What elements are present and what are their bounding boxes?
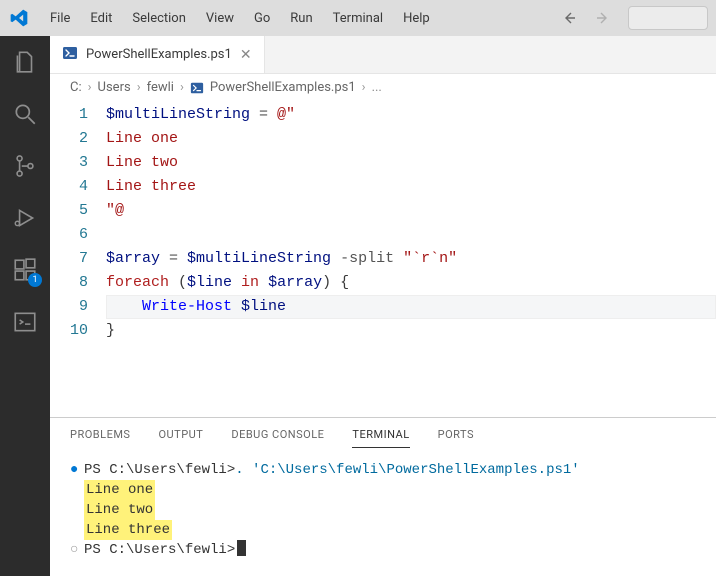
activity-bar: 1 [0, 36, 50, 576]
terminal-output-line: Line three [84, 520, 172, 540]
menu-view[interactable]: View [196, 7, 244, 30]
breadcrumb-part[interactable]: fewli [147, 80, 174, 95]
code-line[interactable]: } [106, 319, 716, 343]
line-number: 7 [50, 247, 88, 271]
tab-powershell-examples[interactable]: PowerShellExamples.ps1 ✕ [50, 36, 265, 73]
terminal-output-block: Line one Line two Line three [84, 480, 696, 540]
extensions-badge: 1 [28, 273, 42, 287]
code-line[interactable]: "@ [106, 199, 716, 223]
line-number: 4 [50, 175, 88, 199]
breadcrumb-more[interactable]: ... [372, 80, 382, 95]
bullet-filled-icon: ● [70, 460, 84, 480]
code-line[interactable]: Write-Host $line [106, 295, 716, 319]
line-number: 9 [50, 295, 88, 319]
menu-edit[interactable]: Edit [80, 7, 122, 30]
source-control-icon[interactable] [11, 152, 39, 180]
chevron-right-icon: › [180, 80, 184, 95]
terminal-output-line: Line one [84, 480, 155, 500]
panel-tab-output[interactable]: OUTPUT [158, 428, 203, 448]
panel-tabs: PROBLEMS OUTPUT DEBUG CONSOLE TERMINAL PORTS [50, 418, 716, 448]
menu-file[interactable]: File [40, 7, 80, 30]
extensions-icon[interactable]: 1 [11, 256, 39, 284]
explorer-icon[interactable] [11, 48, 39, 76]
terminal-prompt: PS C:\Users\fewli> [84, 540, 235, 560]
terminal[interactable]: ● PS C:\Users\fewli> . 'C:\Users\fewli\P… [50, 448, 716, 576]
chevron-right-icon: › [362, 80, 366, 95]
tab-label: PowerShellExamples.ps1 [86, 47, 232, 62]
code-line[interactable]: Line one [106, 127, 716, 151]
code-line[interactable]: foreach ($line in $array) { [106, 271, 716, 295]
menu-selection[interactable]: Selection [122, 7, 195, 30]
panel-tab-debug-console[interactable]: DEBUG CONSOLE [231, 428, 324, 448]
search-icon[interactable] [11, 100, 39, 128]
breadcrumb-part[interactable]: PowerShellExamples.ps1 [210, 80, 356, 95]
panel-tab-terminal[interactable]: TERMINAL [352, 428, 409, 448]
menu-terminal[interactable]: Terminal [323, 7, 393, 30]
nav-back-icon[interactable] [558, 6, 582, 30]
code-editor[interactable]: 12345678910 $multiLineString = @"Line on… [50, 101, 716, 417]
code-line[interactable]: Line two [106, 151, 716, 175]
breadcrumb-part[interactable]: C: [70, 80, 82, 95]
line-number: 8 [50, 271, 88, 295]
powershell-file-icon [190, 81, 204, 95]
run-debug-icon[interactable] [11, 204, 39, 232]
panel-tab-problems[interactable]: PROBLEMS [70, 428, 130, 448]
terminal-output-line: Line two [84, 500, 155, 520]
terminal-cursor [237, 540, 246, 556]
title-bar: FileEditSelectionViewGoRunTerminalHelp [0, 0, 716, 36]
line-number: 3 [50, 151, 88, 175]
line-number: 6 [50, 223, 88, 247]
breadcrumb-part[interactable]: Users [98, 80, 131, 95]
code-line[interactable]: $multiLineString = @" [106, 103, 716, 127]
nav-forward-icon[interactable] [590, 6, 614, 30]
bottom-panel: PROBLEMS OUTPUT DEBUG CONSOLE TERMINAL PORTS… [50, 417, 716, 576]
command-center-search[interactable] [628, 6, 708, 30]
menu-help[interactable]: Help [393, 7, 440, 30]
line-number: 10 [50, 319, 88, 343]
line-number: 5 [50, 199, 88, 223]
line-number: 1 [50, 103, 88, 127]
code-line[interactable] [106, 223, 716, 247]
bullet-hollow-icon: ○ [70, 540, 84, 560]
panel-tab-ports[interactable]: PORTS [438, 428, 474, 448]
line-number: 2 [50, 127, 88, 151]
terminal-command: . 'C:\Users\fewli\PowerShellExamples.ps1… [235, 460, 579, 480]
chevron-right-icon: › [137, 80, 141, 95]
close-icon[interactable]: ✕ [240, 47, 252, 63]
terminal-prompt: PS C:\Users\fewli> [84, 460, 235, 480]
chevron-right-icon: › [88, 80, 92, 95]
code-line[interactable]: $array = $multiLineString -split "`r`n" [106, 247, 716, 271]
menu-run[interactable]: Run [280, 7, 322, 30]
powershell-file-icon [62, 45, 78, 65]
breadcrumb[interactable]: C: › Users › fewli › PowerShellExamples.… [50, 74, 716, 101]
code-line[interactable]: Line three [106, 175, 716, 199]
editor-tabs: PowerShellExamples.ps1 ✕ [50, 36, 716, 74]
vscode-logo-icon [8, 7, 30, 29]
terminal-panel-icon[interactable] [11, 308, 39, 336]
menu-go[interactable]: Go [244, 7, 280, 30]
